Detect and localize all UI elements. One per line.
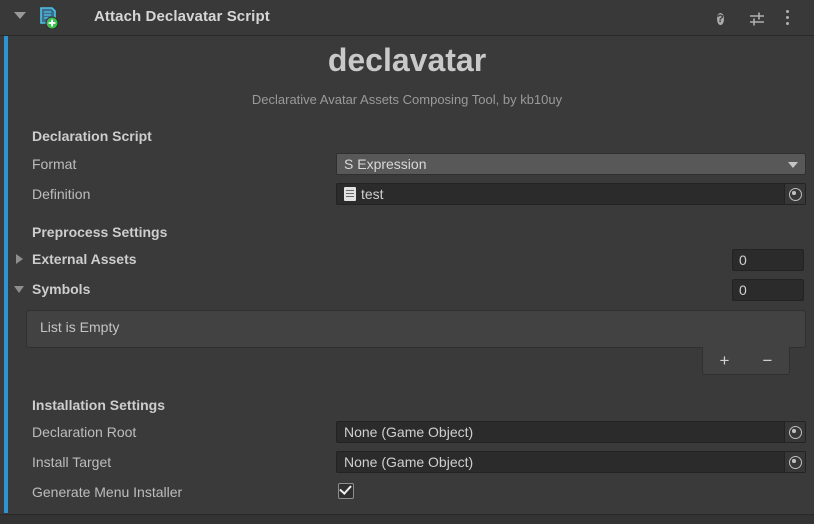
label-external-assets[interactable]: External Assets (32, 251, 137, 267)
triangle-down-icon[interactable] (14, 286, 24, 293)
remove-symbol-button[interactable]: − (759, 352, 777, 369)
object-picker-icon[interactable] (784, 422, 805, 442)
label-declaration-root: Declaration Root (32, 424, 136, 440)
page-subtitle: Declarative Avatar Assets Composing Tool… (0, 92, 814, 107)
definition-object-field[interactable]: test (336, 183, 806, 205)
label-definition: Definition (32, 186, 90, 202)
add-symbol-button[interactable]: + (716, 352, 734, 369)
symbols-empty-label: List is Empty (40, 319, 119, 335)
checkmark-icon (339, 482, 352, 495)
chevron-down-icon (788, 162, 798, 168)
symbols-list-footer: + − (702, 347, 790, 375)
preset-settings-icon[interactable] (747, 9, 767, 29)
script-add-icon (36, 6, 60, 30)
symbols-count-field[interactable]: 0 (732, 279, 804, 301)
triangle-right-icon[interactable] (16, 254, 23, 264)
component-accent-bar (4, 4, 8, 513)
component-title: Attach Declavatar Script (94, 8, 270, 25)
triangle-down-icon[interactable] (14, 12, 26, 19)
object-picker-icon[interactable] (784, 452, 805, 472)
definition-value: test (361, 184, 384, 204)
declaration-root-value: None (Game Object) (344, 422, 473, 442)
section-header-declaration-script: Declaration Script (32, 128, 152, 144)
component-header[interactable]: Attach Declavatar Script ? (0, 0, 814, 36)
install-target-value: None (Game Object) (344, 452, 473, 472)
panel-bottom-divider (0, 514, 814, 524)
object-picker-icon[interactable] (784, 184, 805, 204)
declaration-root-object-field[interactable]: None (Game Object) (336, 421, 806, 443)
format-dropdown-value: S Expression (344, 156, 426, 172)
section-header-preprocess-settings: Preprocess Settings (32, 224, 167, 240)
kebab-menu-icon[interactable] (786, 10, 806, 30)
text-asset-icon (344, 187, 356, 201)
inspector-panel: Attach Declavatar Script ? declavatar De… (0, 0, 814, 524)
header-icon-group: ? (715, 7, 806, 30)
label-symbols[interactable]: Symbols (32, 281, 90, 297)
format-dropdown[interactable]: S Expression (336, 153, 806, 175)
generate-menu-installer-checkbox[interactable] (338, 483, 354, 499)
symbols-list-box[interactable]: List is Empty (26, 310, 806, 348)
help-icon[interactable]: ? (715, 9, 735, 29)
label-generate-menu-installer: Generate Menu Installer (32, 484, 182, 500)
page-title: declavatar (0, 42, 814, 79)
external-assets-count-field[interactable]: 0 (732, 249, 804, 271)
label-install-target: Install Target (32, 454, 111, 470)
install-target-object-field[interactable]: None (Game Object) (336, 451, 806, 473)
label-format: Format (32, 156, 76, 172)
section-header-installation-settings: Installation Settings (32, 397, 165, 413)
